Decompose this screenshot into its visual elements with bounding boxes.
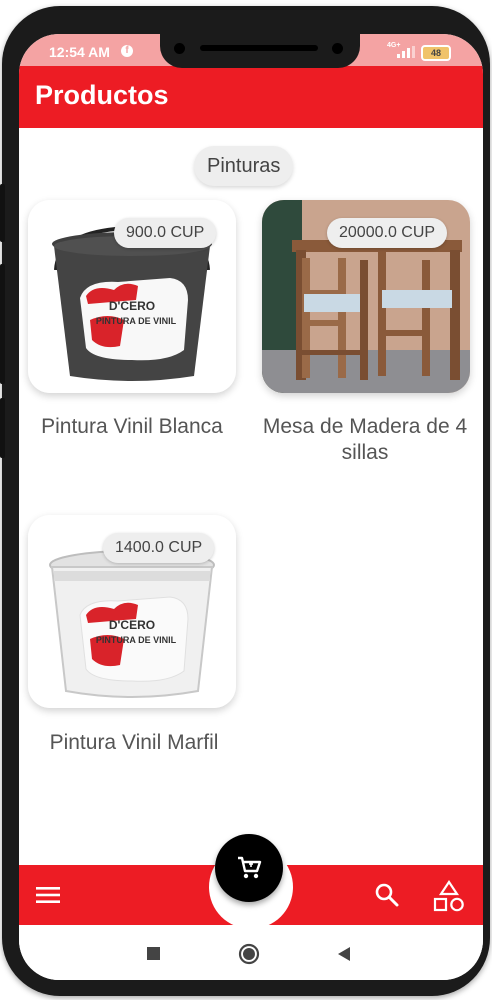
product-card[interactable]: 20000.0 CUP <box>262 200 470 393</box>
price-badge: 900.0 CUP <box>114 218 217 248</box>
app-bar: Productos <box>19 66 483 128</box>
power-button <box>0 398 5 458</box>
product-card[interactable]: D'CERO PINTURA DE VINIL 900.0 CUP <box>28 200 236 393</box>
categories-icon[interactable] <box>432 879 466 913</box>
camera-notch <box>160 34 360 68</box>
side-button <box>0 264 5 384</box>
cart-icon <box>238 856 262 879</box>
volume-button <box>0 184 5 242</box>
price-badge: 20000.0 CUP <box>327 218 448 248</box>
product-name[interactable]: Pintura Vinil Marfil <box>29 730 239 756</box>
status-time: 12:54 AM <box>49 44 110 60</box>
product-name[interactable]: Mesa de Madera de 4 sillas <box>260 414 470 466</box>
back-icon[interactable] <box>337 946 351 962</box>
svg-text:D'CERO: D'CERO <box>109 618 155 632</box>
price-badge: 1400.0 CUP <box>103 533 215 563</box>
signal-icon <box>397 46 415 58</box>
search-icon[interactable] <box>374 882 400 908</box>
product-card[interactable]: D'CERO PINTURA DE VINIL 1400.0 CUP <box>28 515 236 708</box>
product-name[interactable]: Pintura Vinil Blanca <box>27 414 237 440</box>
recents-icon[interactable] <box>147 947 160 960</box>
svg-text:PINTURA DE VINIL: PINTURA DE VINIL <box>96 316 177 326</box>
svg-text:PINTURA DE VINIL: PINTURA DE VINIL <box>96 635 177 645</box>
system-nav-bar <box>19 925 483 980</box>
cart-button[interactable] <box>215 834 283 902</box>
svg-text:D'CERO: D'CERO <box>109 299 155 313</box>
battery-icon: 48 <box>421 45 451 61</box>
menu-icon[interactable] <box>36 885 60 905</box>
phone-frame: 12:54 AM f 4G+ 48 Productos Pinturas D'C… <box>0 6 490 996</box>
front-camera <box>174 43 185 54</box>
front-sensor <box>332 43 343 54</box>
page-title: Productos <box>35 80 169 110</box>
facebook-notification-icon: f <box>121 45 133 57</box>
screen: 12:54 AM f 4G+ 48 Productos Pinturas D'C… <box>19 34 483 980</box>
earpiece-speaker <box>200 45 318 51</box>
category-chip[interactable]: Pinturas <box>194 146 294 186</box>
home-icon[interactable] <box>238 943 260 965</box>
